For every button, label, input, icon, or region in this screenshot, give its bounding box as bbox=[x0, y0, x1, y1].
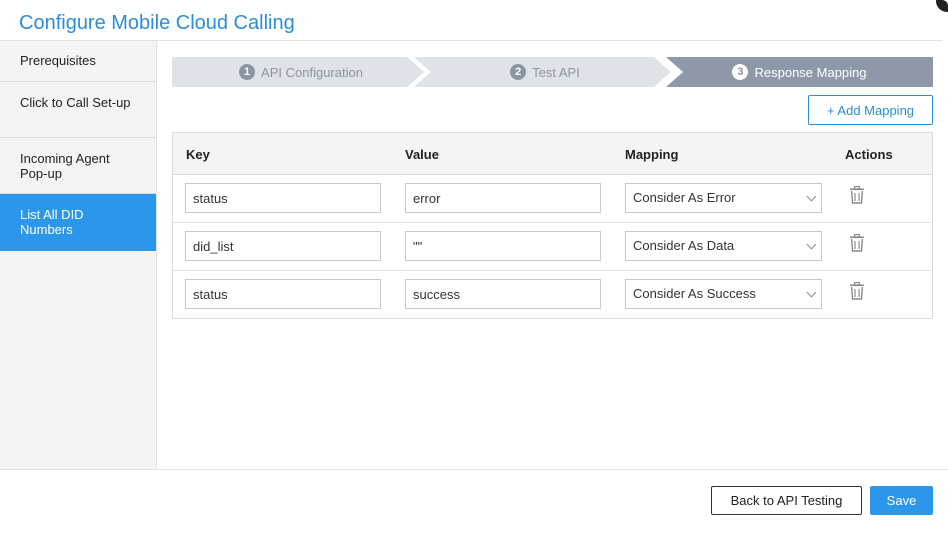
trash-icon[interactable] bbox=[849, 186, 865, 204]
sidebar-item-label: Prerequisites bbox=[20, 53, 96, 68]
sidebar-item-click-to-call[interactable]: Click to Call Set-up bbox=[0, 82, 156, 138]
sidebar-item-list-did-numbers[interactable]: List All DID Numbers bbox=[0, 194, 156, 251]
step-label: Response Mapping bbox=[754, 64, 867, 80]
step-number: 2 bbox=[510, 64, 527, 80]
step-response-mapping[interactable]: 3 Response Mapping bbox=[666, 57, 933, 87]
trash-icon[interactable] bbox=[849, 234, 865, 252]
trash-icon[interactable] bbox=[849, 282, 865, 300]
sidebar-item-label: Click to Call Set-up bbox=[20, 95, 131, 110]
step-number: 1 bbox=[239, 64, 256, 80]
value-input[interactable] bbox=[405, 279, 601, 309]
step-label: Test API bbox=[532, 64, 580, 80]
configure-dialog: Configure Mobile Cloud Calling Prerequis… bbox=[0, 0, 948, 537]
sidebar-item-label: Incoming Agent Pop-up bbox=[20, 151, 110, 181]
step-label: API Configuration bbox=[261, 64, 363, 80]
table-row: Consider As Success bbox=[173, 271, 932, 317]
close-icon[interactable] bbox=[936, 0, 948, 12]
mapping-select-value: Consider As Error bbox=[633, 190, 736, 205]
chevron-down-icon bbox=[806, 287, 817, 298]
mapping-select[interactable]: Consider As Error bbox=[625, 183, 822, 213]
column-header-actions: Actions bbox=[845, 147, 893, 162]
back-to-api-testing-button[interactable]: Back to API Testing bbox=[711, 486, 862, 515]
mapping-select-value: Consider As Success bbox=[633, 286, 756, 301]
value-input[interactable] bbox=[405, 231, 601, 261]
dialog-title: Configure Mobile Cloud Calling bbox=[19, 12, 295, 34]
column-header-value: Value bbox=[405, 147, 439, 162]
mapping-select[interactable]: Consider As Success bbox=[625, 279, 822, 309]
footer-divider bbox=[0, 469, 948, 470]
column-header-mapping: Mapping bbox=[625, 147, 679, 162]
step-progress: 1 API Configuration 2 Test API 3 Respons… bbox=[172, 57, 933, 87]
table-row: Consider As Error bbox=[173, 175, 932, 223]
sidebar-item-incoming-agent-popup[interactable]: Incoming Agent Pop-up bbox=[0, 138, 156, 194]
key-input[interactable] bbox=[185, 279, 381, 309]
sidebar-item-prerequisites[interactable]: Prerequisites bbox=[0, 41, 156, 82]
chevron-down-icon bbox=[806, 191, 817, 202]
step-number: 3 bbox=[732, 64, 749, 80]
save-button[interactable]: Save bbox=[870, 486, 933, 515]
column-header-key: Key bbox=[186, 147, 210, 162]
table-header: Key Value Mapping Actions bbox=[173, 133, 932, 175]
value-input[interactable] bbox=[405, 183, 601, 213]
chevron-down-icon bbox=[806, 239, 817, 250]
mapping-table: Key Value Mapping Actions Consider As Er… bbox=[172, 132, 933, 319]
table-row: Consider As Data bbox=[173, 223, 932, 271]
mapping-select-value: Consider As Data bbox=[633, 238, 735, 253]
step-api-configuration[interactable]: 1 API Configuration bbox=[172, 57, 424, 87]
sidebar-item-label: List All DID Numbers bbox=[20, 207, 84, 237]
mapping-select[interactable]: Consider As Data bbox=[625, 231, 822, 261]
add-mapping-button[interactable]: + Add Mapping bbox=[808, 95, 933, 125]
key-input[interactable] bbox=[185, 183, 381, 213]
sidebar: Prerequisites Click to Call Set-up Incom… bbox=[0, 41, 157, 469]
key-input[interactable] bbox=[185, 231, 381, 261]
step-test-api[interactable]: 2 Test API bbox=[414, 57, 671, 87]
